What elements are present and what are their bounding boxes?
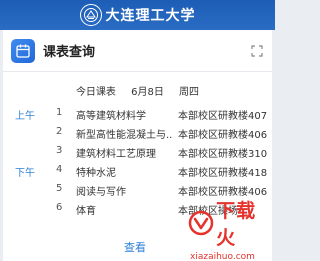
class-number: 1: [56, 107, 63, 118]
expand-icon[interactable]: [250, 44, 264, 58]
watermark: 下载火 xiazaihuo.com: [188, 196, 272, 261]
top-bar: 大连理工大学: [0, 0, 275, 30]
watermark-logo-row: 下载火: [188, 196, 272, 250]
watermark-url: xiazaihuo.com: [190, 252, 255, 261]
course-name: 新型高性能混凝土与...: [76, 130, 172, 141]
course-location: 本部校区研教楼407: [178, 111, 268, 122]
card-title: 课表查询: [43, 45, 96, 60]
course-location: 本部校区研教楼406: [178, 130, 268, 141]
course-location: 本部校区研教楼310: [178, 149, 268, 160]
class-number: 4: [56, 164, 63, 175]
watermark-text: 下载火: [216, 200, 257, 249]
today-weekday: 周四: [179, 87, 200, 98]
class-number: 2: [56, 126, 63, 137]
calendar-icon: [11, 38, 35, 63]
school-emblem-icon: [79, 4, 102, 26]
list-item[interactable]: 3 建筑材料工艺原理 本部校区研教楼310: [3, 143, 272, 162]
course-name: 阅读与写作: [76, 187, 126, 198]
course-name: 高等建筑材料学: [76, 111, 146, 122]
today-date: 6月8日: [131, 87, 164, 98]
list-item[interactable]: 下午 4 特种水泥 本部校区研教楼418: [3, 162, 272, 181]
class-number: 5: [56, 183, 63, 194]
period-label: 下午: [15, 168, 35, 179]
today-label: 今日课表: [75, 87, 116, 98]
today-summary: 今日课表 6月8日 周四: [3, 83, 272, 98]
list-item[interactable]: 上午 1 高等建筑材料学 本部校区研教楼407: [3, 105, 272, 124]
list-item[interactable]: 2 新型高性能混凝土与... 本部校区研教楼406: [3, 124, 272, 143]
course-name: 体育: [76, 206, 96, 217]
view-link[interactable]: 查看: [124, 239, 146, 255]
class-number: 3: [56, 145, 63, 156]
flame-logo-icon: [188, 209, 214, 237]
school-name: 大连理工大学: [105, 8, 196, 24]
course-name: 建筑材料工艺原理: [76, 149, 156, 160]
class-number: 6: [56, 202, 63, 213]
course-name: 特种水泥: [76, 168, 116, 179]
period-label: 上午: [15, 111, 35, 122]
course-location: 本部校区研教楼418: [178, 168, 268, 179]
card-header: 课表查询: [3, 30, 272, 72]
